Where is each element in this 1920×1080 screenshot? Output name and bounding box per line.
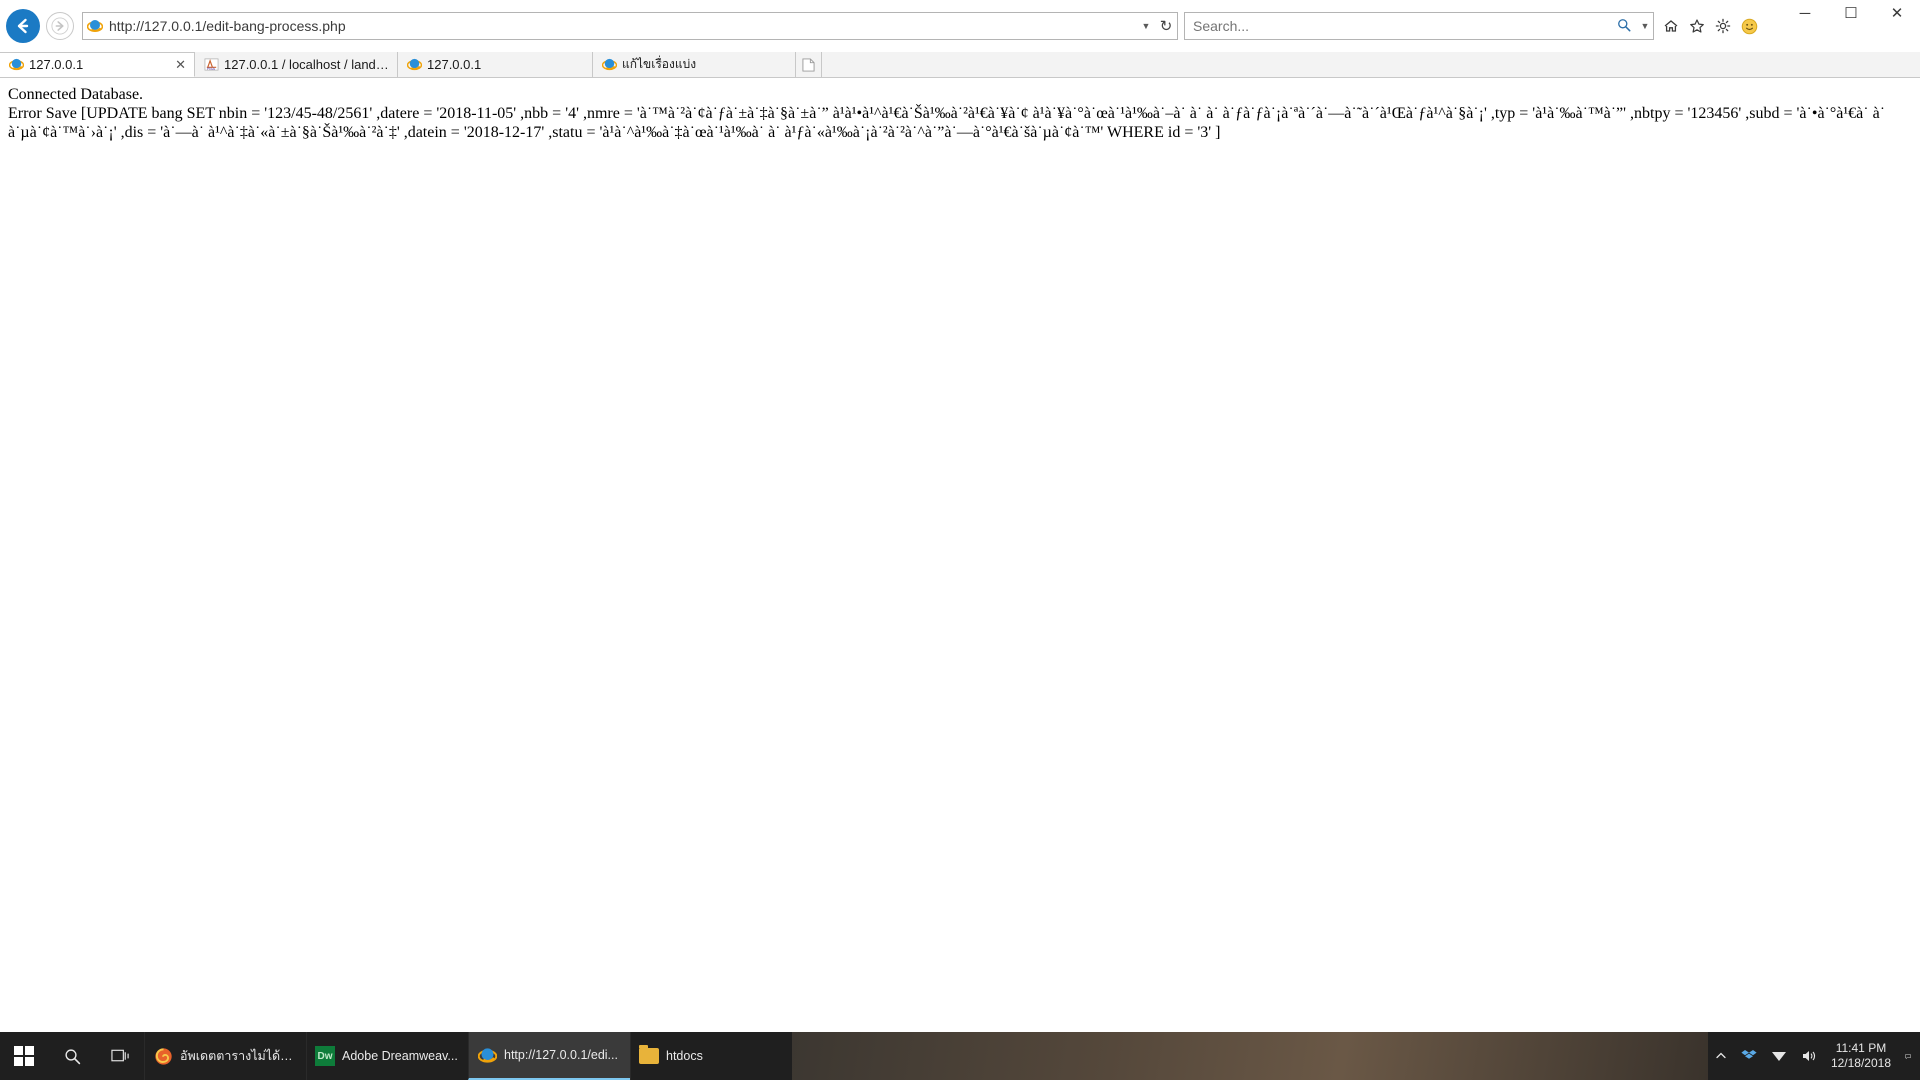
tab-strip-filler (822, 52, 1920, 77)
search-box[interactable]: ▼ (1184, 12, 1654, 40)
dropbox-icon (1741, 1050, 1757, 1059)
search-icon (64, 1048, 80, 1064)
tab-strip: 127.0.0.1 ✕ PMA 127.0.0.1 / localhost / … (0, 52, 1920, 78)
ie-icon (601, 57, 617, 73)
notification-center-button[interactable] (1898, 1032, 1918, 1080)
windows-logo-icon (14, 1046, 34, 1066)
sql-error-text: Error Save [UPDATE bang SET nbin = '123/… (8, 104, 1886, 141)
tab-close-icon[interactable]: ✕ (163, 57, 186, 73)
task-view-icon (110, 1049, 129, 1062)
tab-label: 127.0.0.1 / localhost / land-li / ... (224, 57, 389, 72)
tab-1[interactable]: PMA 127.0.0.1 / localhost / land-li / ..… (195, 52, 398, 77)
ie-icon (8, 57, 24, 73)
tab-label: แก้ไขเรื่องแบ่ง (622, 57, 697, 71)
gear-icon[interactable] (1710, 13, 1736, 39)
page-content: Connected Database. Error Save [UPDATE b… (0, 78, 1920, 1058)
taskbar-app-label: Adobe Dreamweav... (342, 1049, 458, 1063)
system-tray: 11:41 PM 12/18/2018 (1707, 1032, 1920, 1080)
maximize-button[interactable]: ☐ (1828, 0, 1874, 26)
ie-icon (477, 1045, 497, 1065)
tab-2[interactable]: 127.0.0.1 (398, 52, 593, 77)
dropbox-tray-icon[interactable] (1734, 1032, 1764, 1080)
navigation-toolbar: http://127.0.0.1/edit-bang-process.php ▼… (0, 0, 1920, 52)
new-tab-icon (802, 58, 815, 71)
window-controls: ─ ☐ ✕ (1782, 0, 1920, 30)
clock-date: 12/18/2018 (1830, 1056, 1891, 1070)
back-arrow-icon (17, 18, 29, 34)
ie-icon (406, 57, 422, 73)
network-tray-icon[interactable] (1764, 1032, 1794, 1080)
browser-tool-icons (1658, 13, 1762, 39)
browser-window: http://127.0.0.1/edit-bang-process.php ▼… (0, 0, 1920, 1080)
network-icon (1771, 1052, 1786, 1061)
notification-icon (1905, 1053, 1911, 1059)
smiley-icon[interactable] (1736, 13, 1762, 39)
taskbar-search-button[interactable] (48, 1032, 96, 1080)
refresh-icon[interactable]: ↻ (1155, 17, 1177, 35)
start-button[interactable] (0, 1032, 48, 1080)
clock-time: 11:41 PM (1835, 1041, 1887, 1055)
dreamweaver-icon: Dw (315, 1046, 335, 1066)
home-icon[interactable] (1658, 13, 1684, 39)
star-icon[interactable] (1684, 13, 1710, 39)
back-button[interactable] (6, 9, 40, 43)
taskbar-app-firefox[interactable]: อัพเดตตารางไม่ได้ครับ... (144, 1032, 306, 1080)
taskbar-app-label: http://127.0.0.1/edi... (504, 1048, 618, 1062)
tab-label: 127.0.0.1 (29, 57, 84, 72)
task-view-button[interactable] (96, 1032, 144, 1080)
taskbar-empty-area (792, 1032, 1708, 1080)
close-button[interactable]: ✕ (1874, 0, 1920, 26)
connection-status-text: Connected Database. (8, 86, 144, 103)
chevron-down-icon[interactable]: ▼ (1137, 21, 1155, 31)
new-tab-button[interactable] (796, 52, 822, 77)
forward-button[interactable] (46, 12, 74, 40)
folder-icon (639, 1045, 659, 1066)
volume-tray-icon[interactable] (1794, 1032, 1824, 1080)
volume-icon (1802, 1051, 1815, 1061)
taskbar-app-htdocs[interactable]: htdocs (630, 1032, 792, 1080)
taskbar-app-label: อัพเดตตารางไม่ได้ครับ... (180, 1049, 298, 1063)
show-hidden-icons-button[interactable] (1708, 1032, 1734, 1080)
chevron-up-icon (1716, 1052, 1726, 1059)
taskbar-app-ie[interactable]: http://127.0.0.1/edi... (468, 1032, 630, 1080)
ie-icon (83, 18, 107, 34)
search-icon[interactable] (1611, 18, 1637, 35)
tab-3[interactable]: แก้ไขเรื่องแบ่ง (593, 52, 796, 77)
firefox-icon (153, 1046, 173, 1066)
taskbar-clock[interactable]: 11:41 PM 12/18/2018 (1824, 1032, 1898, 1080)
search-input[interactable] (1185, 18, 1611, 34)
svg-text:PMA: PMA (206, 67, 215, 71)
taskbar-app-label: htdocs (666, 1049, 703, 1063)
address-bar[interactable]: http://127.0.0.1/edit-bang-process.php ▼… (82, 12, 1178, 40)
tab-0[interactable]: 127.0.0.1 ✕ (0, 52, 195, 77)
address-text: http://127.0.0.1/edit-bang-process.php (109, 18, 346, 34)
minimize-button[interactable]: ─ (1782, 0, 1828, 26)
taskbar-app-dreamweaver[interactable]: Dw Adobe Dreamweav... (306, 1032, 468, 1080)
tab-label: 127.0.0.1 (427, 57, 482, 72)
forward-arrow-icon (51, 17, 69, 35)
phpmyadmin-icon: PMA (203, 57, 219, 73)
search-chevron-down-icon[interactable]: ▼ (1637, 21, 1653, 31)
taskbar: อัพเดตตารางไม่ได้ครับ... Dw Adobe Dreamw… (0, 1032, 1920, 1080)
